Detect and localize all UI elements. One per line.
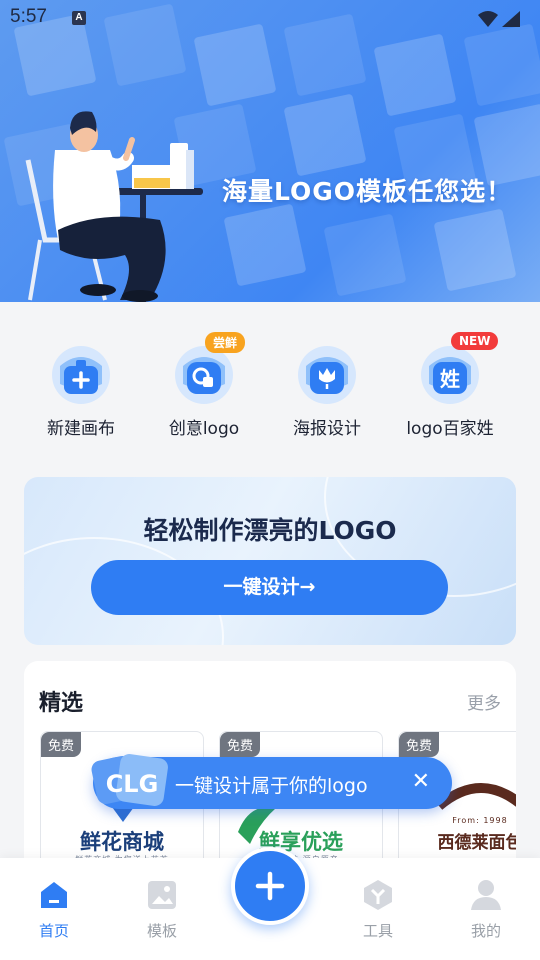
quick-action-label: 创意logo <box>168 419 240 439</box>
shapes-icon: 尝鲜 <box>173 332 246 406</box>
hero-banner[interactable]: 海量LOGO模板任您选！ <box>0 0 540 302</box>
template-name: 鲜花商城 <box>80 830 164 854</box>
one-click-design-button[interactable]: 一键设计→ <box>91 560 448 615</box>
badge-new: NEW <box>451 332 499 350</box>
tab-label: 模板 <box>146 922 177 940</box>
banner-title: 海量LOGO模板任您选！ <box>222 177 513 206</box>
tulip-icon <box>296 344 358 406</box>
cta-title: 轻松制作漂亮的LOGO <box>143 516 397 545</box>
more-link[interactable]: 更多 <box>467 689 501 714</box>
create-fab-button[interactable] <box>231 847 309 925</box>
badge-try: 尝鲜 <box>205 332 246 353</box>
home-icon <box>41 882 67 908</box>
close-icon[interactable]: ✕ <box>412 769 430 794</box>
quick-action-creative-logo[interactable]: 尝鲜 创意logo <box>149 332 259 439</box>
quick-action-poster[interactable]: 海报设计 <box>272 344 382 439</box>
tools-icon <box>364 880 392 910</box>
tab-label: 我的 <box>470 922 501 940</box>
surname-icon: 姓 NEW <box>419 332 499 406</box>
design-cta-card: 轻松制作漂亮的LOGO 一键设计→ <box>24 477 516 645</box>
free-tag: 免费 <box>41 732 82 757</box>
tab-label: 工具 <box>362 922 393 940</box>
quick-action-new-canvas[interactable]: 新建画布 <box>26 344 136 439</box>
free-tag: 免费 <box>399 732 440 757</box>
clg-logo-icon: CLG <box>91 754 168 806</box>
quick-action-surname-logo[interactable]: 姓 NEW logo百家姓 <box>395 332 505 439</box>
toast-logo-text: CLG <box>106 770 159 798</box>
tab-home[interactable]: 首页 <box>14 878 94 941</box>
plus-icon <box>255 871 285 901</box>
profile-icon <box>471 880 501 910</box>
template-name: 西德莱面包 <box>437 833 517 853</box>
plus-case-icon <box>50 344 112 406</box>
quick-action-label: logo百家姓 <box>406 419 494 439</box>
section-title: 精选 <box>39 691 84 716</box>
free-tag: 免费 <box>220 732 261 757</box>
toast-text: 一键设计属于你的logo <box>175 775 368 797</box>
tab-label: 首页 <box>38 922 69 940</box>
designer-illustration <box>25 111 203 302</box>
signal-icon <box>478 11 520 27</box>
template-subtitle: From: 1998 <box>452 816 508 825</box>
template-icon <box>148 881 176 909</box>
quick-action-label: 新建画布 <box>47 419 115 439</box>
tab-templates[interactable]: 模板 <box>122 878 202 941</box>
notification-icon: A <box>72 11 86 25</box>
quick-action-label: 海报设计 <box>293 419 361 439</box>
tab-tools[interactable]: 工具 <box>338 878 418 941</box>
status-time: 5:57 <box>10 6 47 27</box>
status-bar: 5:57 A <box>0 0 540 36</box>
tab-profile[interactable]: 我的 <box>446 878 526 941</box>
svg-text:姓: 姓 <box>440 367 460 391</box>
quick-actions: 新建画布 尝鲜 创意logo 海报设计 姓 NEW logo百家姓 <box>0 318 540 448</box>
